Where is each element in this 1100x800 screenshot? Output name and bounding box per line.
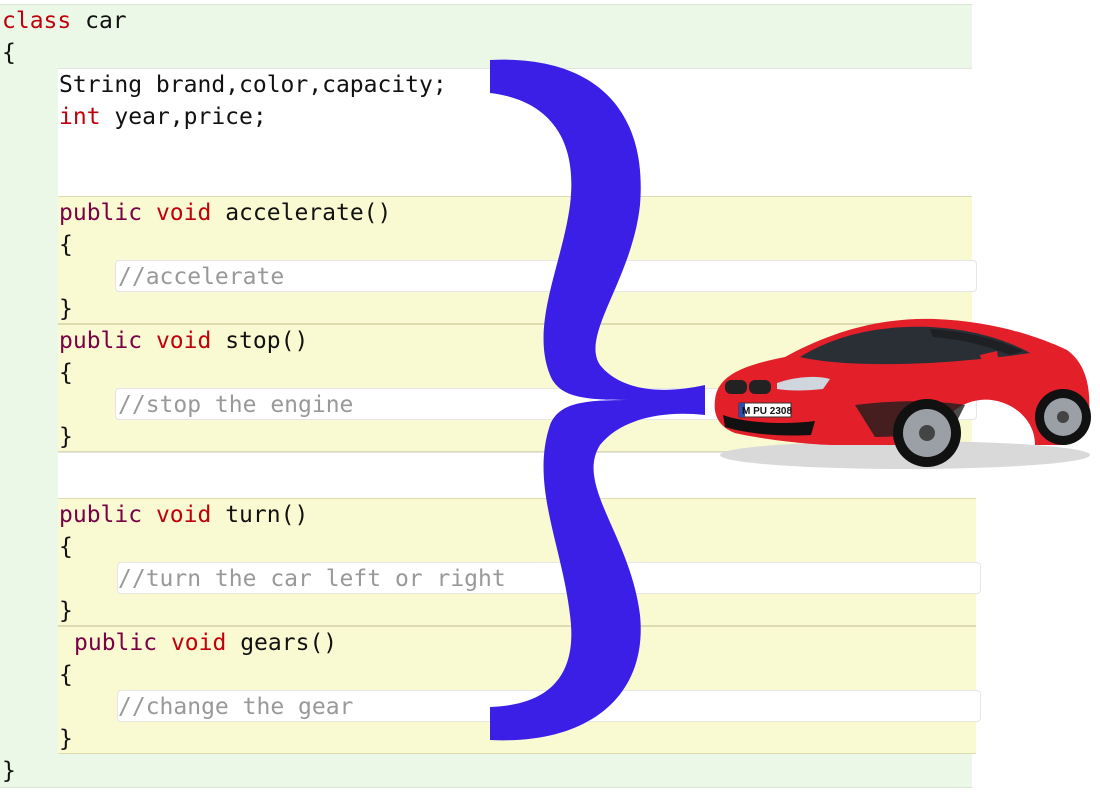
- method-open-brace: {: [59, 232, 73, 258]
- method-comment: //stop the engine: [118, 392, 354, 418]
- method-signature-gears: public void gears(): [74, 628, 337, 658]
- class-name: car: [85, 8, 127, 34]
- method-close-brace: }: [59, 296, 73, 322]
- public-keyword: public: [59, 502, 143, 528]
- class-keyword: class: [2, 8, 72, 34]
- method-signature-accelerate: public void accelerate(): [59, 198, 391, 228]
- method-close-brace: }: [59, 424, 73, 450]
- curly-brace-icon: [490, 59, 705, 741]
- class-declaration: class car: [2, 6, 127, 36]
- field-int-names: year,price;: [114, 104, 267, 130]
- method-open-brace: {: [59, 662, 73, 688]
- field-declaration-strings: String brand,color,capacity;: [59, 72, 447, 98]
- method-open-brace: {: [59, 534, 73, 560]
- method-signature-turn: public void turn(): [59, 500, 308, 530]
- public-keyword: public: [59, 200, 143, 226]
- public-keyword: public: [74, 630, 158, 656]
- method-comment: //accelerate: [118, 264, 285, 290]
- car-image: M PU 2308: [714, 318, 1091, 469]
- method-comment: //change the gear: [118, 694, 354, 720]
- method-open-brace: {: [59, 360, 73, 386]
- license-plate-text: M PU 2308: [742, 406, 792, 417]
- method-comment: //turn the car left or right: [118, 566, 506, 592]
- public-keyword: public: [59, 328, 143, 354]
- class-open-brace: {: [2, 40, 16, 66]
- void-keyword: void: [155, 502, 212, 528]
- method-name: stop(): [225, 328, 309, 354]
- method-name: gears(): [240, 630, 338, 656]
- void-keyword: void: [155, 200, 212, 226]
- void-keyword: void: [170, 630, 227, 656]
- void-keyword: void: [155, 328, 212, 354]
- method-name: turn(): [225, 502, 309, 528]
- field-declaration-ints: int year,price;: [59, 102, 267, 132]
- method-name: accelerate(): [225, 200, 392, 226]
- method-close-brace: }: [59, 598, 73, 624]
- method-signature-stop: public void stop(): [59, 326, 308, 356]
- int-keyword: int: [59, 104, 101, 130]
- method-close-brace: }: [59, 726, 73, 752]
- class-close-brace: }: [2, 758, 16, 784]
